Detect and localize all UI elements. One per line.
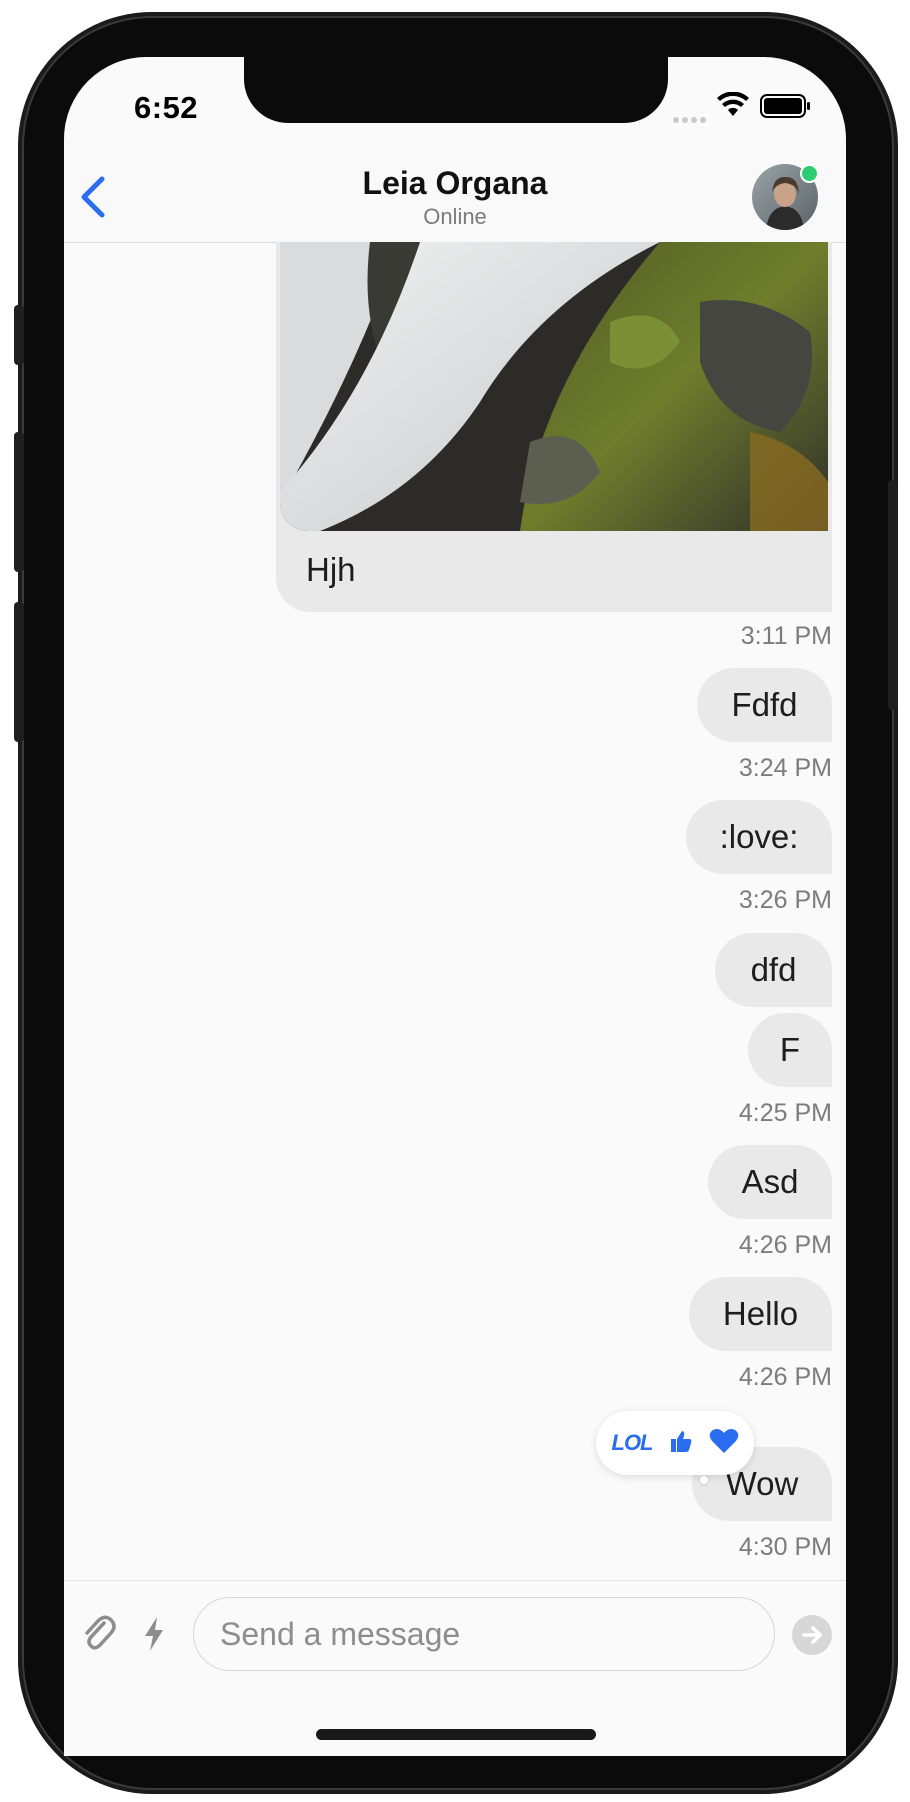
power-button (888, 480, 898, 710)
signal-icon (672, 112, 708, 130)
message-bubble[interactable]: Hello (689, 1277, 832, 1351)
message-bubble[interactable]: Asd (708, 1145, 832, 1219)
battery-icon (760, 94, 812, 123)
send-button[interactable] (792, 1615, 832, 1655)
silent-switch (14, 305, 24, 365)
wifi-icon (716, 91, 750, 123)
heart-reaction-icon[interactable] (709, 1428, 739, 1459)
message-timestamp: 3:24 PM (738, 754, 832, 782)
contact-name: Leia Organa (362, 165, 548, 201)
status-time: 6:52 (134, 90, 199, 125)
commands-bolt-icon[interactable] (142, 1616, 166, 1657)
message-timestamp: 3:11 PM (740, 622, 832, 650)
message-bubble[interactable]: Fdfd (697, 668, 832, 742)
message-input[interactable]: Send a message (193, 1597, 775, 1671)
message-bubble[interactable]: F (748, 1013, 832, 1087)
volume-down-button (14, 602, 24, 742)
thumbs-up-reaction-icon[interactable] (668, 1428, 694, 1459)
image-message-caption: Hjh (306, 551, 356, 588)
home-indicator[interactable] (316, 1729, 596, 1740)
message-timestamp: 4:26 PM (738, 1363, 832, 1391)
reaction-picker-tail (700, 1476, 708, 1484)
lol-reaction-icon[interactable]: LOL (612, 1430, 654, 1456)
waterfall-photo[interactable] (280, 242, 828, 531)
notch (244, 57, 668, 123)
online-indicator (800, 164, 819, 183)
message-timestamp: 4:25 PM (738, 1099, 832, 1127)
presence-status: Online (423, 204, 487, 229)
attachment-icon[interactable] (82, 1614, 116, 1659)
volume-up-button (14, 432, 24, 572)
message-timestamp: 4:26 PM (738, 1231, 832, 1259)
reaction-picker: LOL (596, 1411, 754, 1475)
message-timestamp: 3:26 PM (738, 886, 832, 914)
message-timestamp: 4:30 PM (738, 1533, 832, 1561)
send-arrow-icon (802, 1626, 822, 1644)
message-bubble[interactable]: dfd (715, 933, 832, 1007)
message-bubble[interactable]: :love: (686, 800, 832, 874)
